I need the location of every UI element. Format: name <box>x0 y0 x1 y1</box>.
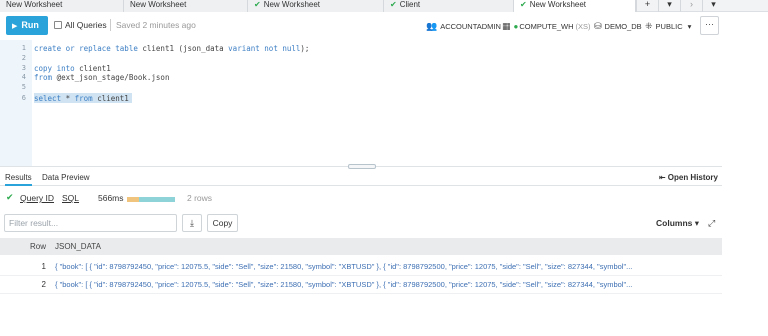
query-duration: 566ms <box>98 193 124 203</box>
open-history-button[interactable]: ⇤ Open History <box>659 173 718 182</box>
tab-controls: + ▾ › ▾ <box>636 0 724 12</box>
filter-input[interactable] <box>4 214 177 232</box>
columns-button[interactable]: Columns ▾ <box>656 218 699 229</box>
database-selector[interactable]: ⛁ DEMO_DB <box>594 21 642 32</box>
download-icon: ⤓ <box>190 218 194 228</box>
column-header-row[interactable]: Row <box>30 242 46 251</box>
line-number: 1 <box>21 44 26 52</box>
row-number: 1 <box>41 262 46 271</box>
tab-label: New Worksheet <box>6 0 63 9</box>
tab-worksheet-2[interactable]: New Worksheet <box>124 0 248 12</box>
copy-button[interactable]: Copy <box>207 214 238 232</box>
role-selector[interactable]: 👥 ACCOUNTADMIN <box>426 21 501 32</box>
history-icon: ⇤ <box>658 173 666 182</box>
code-line: from @ext_json_stage/Book.json <box>34 73 170 82</box>
tab-menu-button[interactable]: ▾ <box>658 0 680 12</box>
tab-worksheet-3[interactable]: ✔ New Worksheet <box>248 0 384 12</box>
tab-label: New Worksheet <box>130 0 187 9</box>
expand-icon[interactable]: ⤢ <box>708 218 715 229</box>
status-dot-icon: ● <box>513 22 519 31</box>
tab-worksheet-1[interactable]: New Worksheet <box>0 0 124 12</box>
checkbox-icon <box>54 21 62 29</box>
code-line: copy into client1 <box>34 64 111 73</box>
warehouse-selector[interactable]: ▦ ● COMPUTE_WH (XS) <box>502 21 591 32</box>
warehouse-size: (XS) <box>575 22 591 31</box>
line-number: 2 <box>21 54 26 62</box>
query-id-link[interactable]: Query ID <box>20 193 54 203</box>
line-number: 4 <box>21 73 26 81</box>
next-tab-button[interactable]: › <box>680 0 702 12</box>
column-header-json-data[interactable]: JSON_DATA <box>55 242 101 251</box>
play-icon: ▶ <box>12 23 18 30</box>
tab-client[interactable]: ✔ Client <box>384 0 514 12</box>
line-number: 5 <box>21 83 26 91</box>
line-number: 3 <box>21 64 26 72</box>
tab-dropdown-button[interactable]: ▾ <box>702 0 724 12</box>
schema-icon: ⁜ <box>645 21 653 31</box>
database-icon: ⛁ <box>594 21 602 31</box>
tab-label: New Worksheet <box>263 0 321 9</box>
chevron-down-icon: ▾ <box>687 22 692 31</box>
add-tab-button[interactable]: + <box>636 0 658 12</box>
tab-results[interactable]: Results <box>5 173 32 186</box>
drag-handle[interactable] <box>348 164 376 169</box>
run-label: Run <box>21 20 39 30</box>
download-button[interactable]: ⤓ <box>182 214 202 232</box>
query-info: ✔ Query ID SQL 566ms 2 rows <box>0 192 722 206</box>
table-header: Row JSON_DATA <box>0 238 722 255</box>
json-data-cell[interactable]: { "book": [ { "id": 8798792450, "price":… <box>55 280 715 289</box>
row-count: 2 rows <box>187 193 213 203</box>
user-group-icon: 👥 <box>426 21 438 31</box>
all-queries-label: All Queries <box>65 20 107 30</box>
worksheet-toolbar: ▶ Run All Queries Saved 2 minutes ago 👥 A… <box>0 13 768 40</box>
more-options-button[interactable]: ··· <box>700 16 719 35</box>
code-line: create or replace table client1 (json_da… <box>34 44 310 53</box>
check-icon: ✔ <box>520 0 527 9</box>
database-label: DEMO_DB <box>604 22 642 31</box>
worksheet-tab-bar: New Worksheet New Worksheet ✔ New Workshe… <box>0 0 768 12</box>
open-history-label: Open History <box>667 173 718 182</box>
compile-time-segment <box>127 197 139 202</box>
sql-link[interactable]: SQL <box>62 193 79 203</box>
tab-data-preview[interactable]: Data Preview <box>42 173 90 182</box>
execution-time-segment <box>139 197 175 202</box>
tab-label: New Worksheet <box>529 0 587 9</box>
run-button[interactable]: ▶ Run <box>6 16 48 35</box>
line-number: 6 <box>21 94 26 102</box>
tab-label: Client <box>399 0 421 9</box>
json-data-cell[interactable]: { "book": [ { "id": 8798792450, "price":… <box>55 262 715 271</box>
duration-bar <box>127 197 175 202</box>
line-number-gutter: 1 2 3 4 5 6 <box>0 40 32 166</box>
check-icon: ✔ <box>254 0 261 9</box>
saved-status: Saved 2 minutes ago <box>116 20 196 30</box>
all-queries-checkbox[interactable]: All Queries <box>54 20 107 30</box>
results-tab-bar: Results Data Preview ⇤ Open History <box>0 170 722 186</box>
divider <box>110 19 111 31</box>
check-icon: ✔ <box>390 0 397 9</box>
table-row[interactable]: 2 { "book": [ { "id": 8798792450, "price… <box>0 276 722 294</box>
schema-label: PUBLIC <box>655 22 683 31</box>
sql-editor[interactable]: 1 2 3 4 5 6 create or replace table clie… <box>0 40 722 166</box>
code-line: select * from client1 <box>34 94 129 103</box>
table-row[interactable]: 1 { "book": [ { "id": 8798792450, "price… <box>0 258 722 276</box>
row-number: 2 <box>41 280 46 289</box>
success-check-icon: ✔ <box>6 192 14 202</box>
schema-selector[interactable]: ⁜ PUBLIC ▾ <box>645 21 691 32</box>
role-label: ACCOUNTADMIN <box>440 22 501 31</box>
warehouse-label: COMPUTE_WH <box>519 22 574 31</box>
tab-worksheet-active[interactable]: ✔ New Worksheet <box>514 0 636 12</box>
warehouse-icon: ▦ <box>502 21 511 31</box>
results-toolbar: ⤓ Copy Columns ▾ ⤢ <box>0 212 722 234</box>
